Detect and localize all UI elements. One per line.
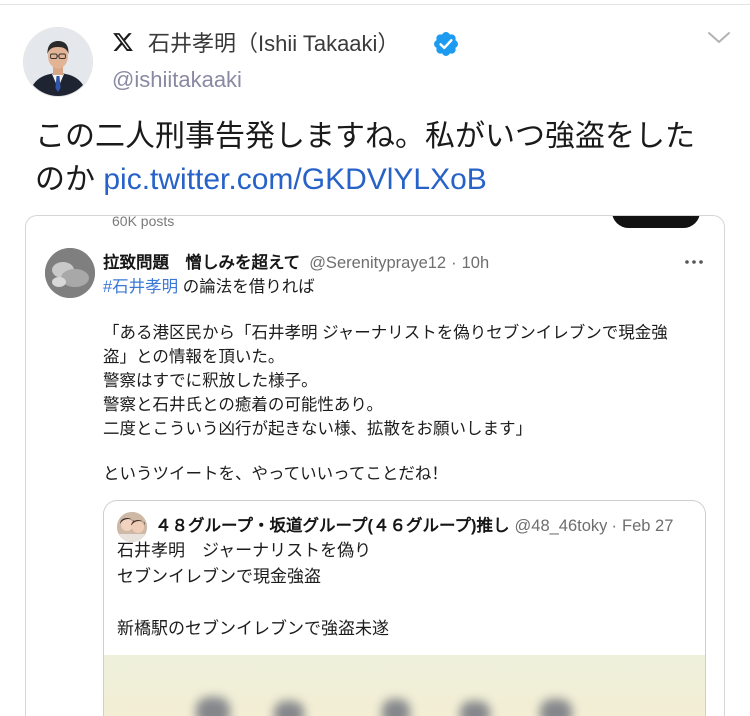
post-body-line: 二度とこういう凶行が起きない様、拡散をお願いします」 [103, 420, 532, 438]
more-dots-icon [683, 259, 705, 265]
quote-text: 石井孝明 ジャーナリストを偽り セブンイレブンで現金強盗 新橋駅のセブンイレブン… [117, 538, 687, 642]
quote-image [104, 655, 705, 716]
profile-photo-icon [24, 28, 92, 96]
x-logo-icon[interactable] [112, 31, 134, 53]
follow-button-fragment [612, 216, 700, 228]
chevron-down-icon[interactable] [707, 31, 731, 45]
quote-header: ４８グループ・坂道グループ(４６グループ)推し @48_46tokyo · Fe… [155, 514, 673, 538]
verified-badge-icon [432, 30, 460, 58]
quote-separator: · [611, 517, 618, 535]
post-intro-text: の論法を借りれば [178, 278, 315, 296]
post-avatar [45, 248, 95, 298]
author-name[interactable]: 石井孝明（Ishii Takaaki） [148, 29, 399, 59]
post-body-line: 盗」との情報を頂いた。 [103, 348, 285, 366]
media-link[interactable]: pic.twitter.com/GKDVlYLXoB [103, 163, 486, 196]
quote-handle: @48_46tokyo [514, 517, 607, 535]
post-header: 拉致問題 憎しみを超えて @Serenitypraye12 · 10h [103, 252, 489, 274]
tweet-text: この二人刑事告発しますね。私がいつ強盗をしたのか pic.twitter.com… [35, 115, 703, 201]
post-display-name: 拉致問題 憎しみを超えて [103, 254, 301, 272]
quote-date: Feb 27 [622, 517, 674, 535]
attached-image[interactable]: 60K posts 拉致問題 憎しみを超えて @Serenitypraye12 … [25, 215, 725, 716]
posts-count-label: 60K posts [112, 215, 175, 229]
author-avatar[interactable] [24, 28, 92, 96]
post-separator: · [451, 254, 457, 272]
quote-text-line: 新橋駅のセブンイレブンで強盗未遂 [117, 619, 389, 638]
post-intro-line: #石井孝明 の論法を借りれば [103, 276, 315, 298]
author-handle[interactable]: @ishiitakaaki [112, 65, 242, 95]
post-timestamp: 10h [461, 254, 490, 272]
top-divider [0, 4, 750, 5]
post-body-line: 警察と石井氏との癒着の可能性あり。 [103, 396, 384, 414]
quote-text-line: セブンイレブンで現金強盗 [117, 567, 321, 586]
post-handle: @Serenitypraye12 [309, 254, 447, 272]
quoted-post: ４８グループ・坂道グループ(４６グループ)推し @48_46tokyo · Fe… [103, 500, 706, 716]
quote-display-name: ４８グループ・坂道グループ(４６グループ)推し [155, 517, 510, 535]
post-hashtag: #石井孝明 [103, 278, 179, 296]
quote-text-line: 石井孝明 ジャーナリストを偽り [117, 541, 372, 560]
post-body-line: 「ある港区民から「石井孝明 ジャーナリストを偽りセブンイレブンで現金強 [103, 324, 668, 342]
post-body: 「ある港区民から「石井孝明 ジャーナリストを偽りセブンイレブンで現金強 盗」との… [103, 321, 703, 441]
post-closing-line: というツイートを、やっていいってことだね！ [103, 465, 448, 483]
post-body-line: 警察はすでに釈放した様子。 [103, 372, 318, 390]
